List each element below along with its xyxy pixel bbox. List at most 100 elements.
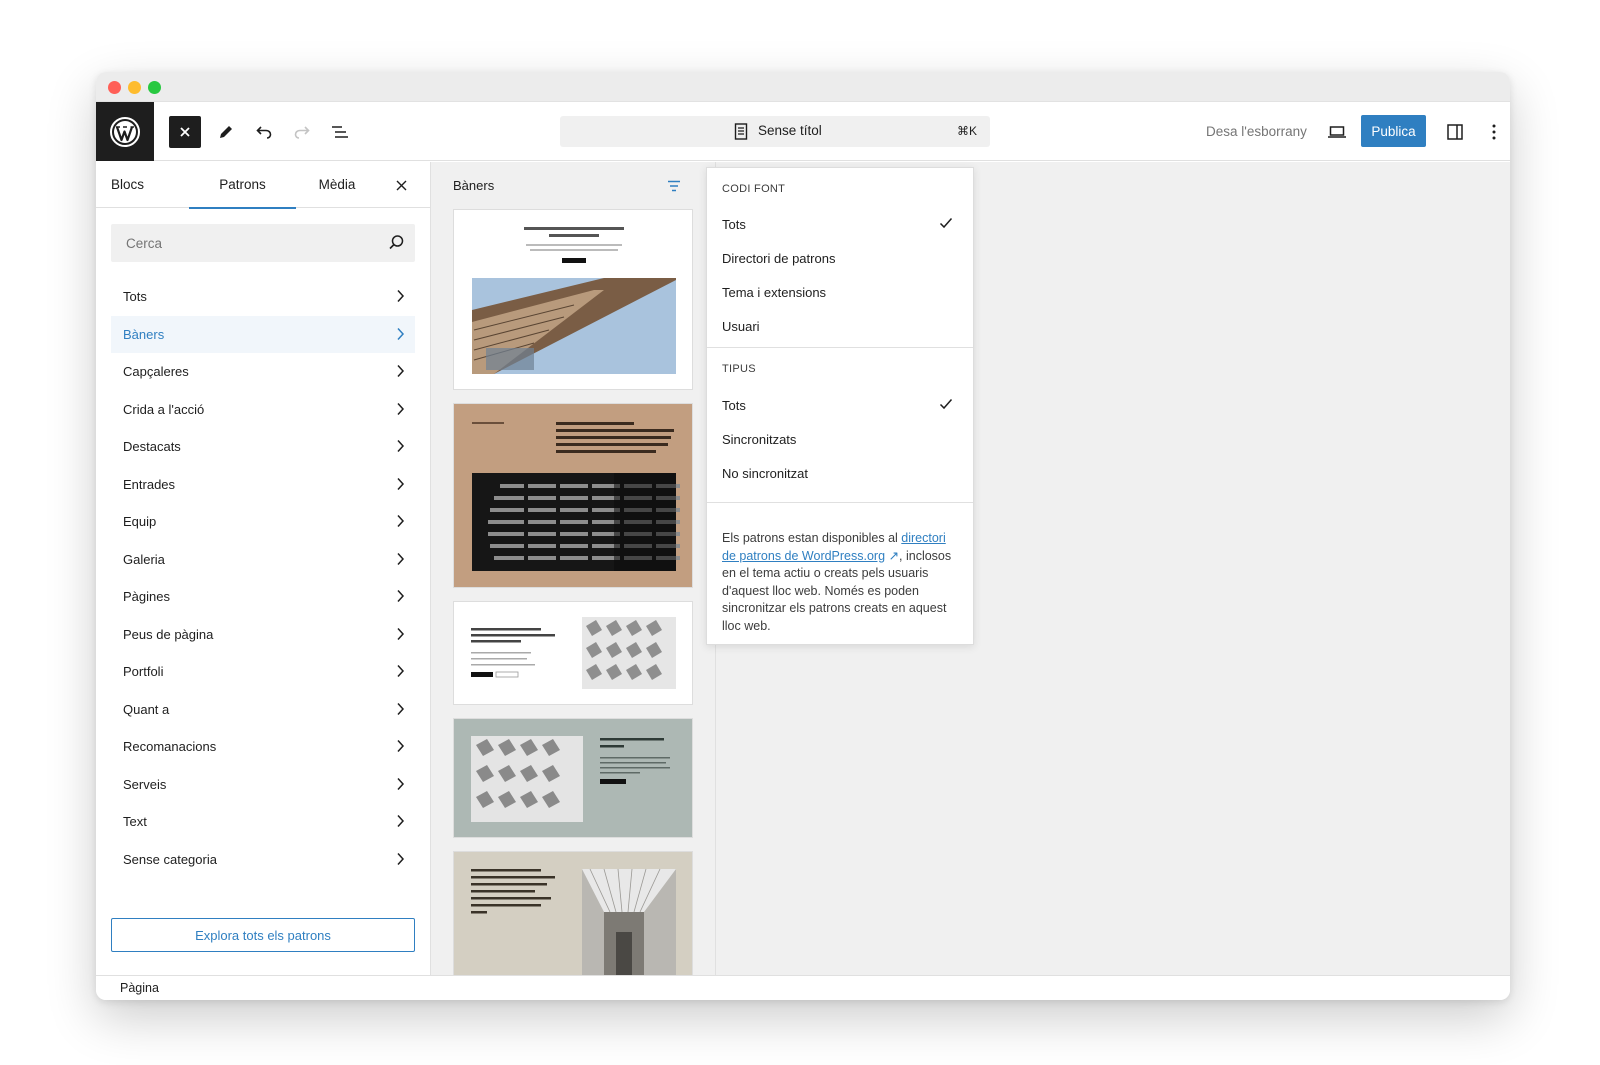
command-palette-bar[interactable]: Sense títol ⌘K xyxy=(560,116,990,147)
pattern-category-item[interactable]: Galeria xyxy=(111,541,415,578)
category-label: Peus de pàgina xyxy=(123,626,214,642)
redo-button[interactable] xyxy=(286,116,318,148)
pattern-preview-card[interactable] xyxy=(453,851,693,975)
external-link-icon[interactable]: ↗ xyxy=(889,549,899,563)
pattern-category-item[interactable]: Entrades xyxy=(111,466,415,503)
category-label: Crida a l'acció xyxy=(123,401,205,417)
pattern-category-item[interactable]: Crida a l'acció xyxy=(111,391,415,428)
tab-media[interactable]: Mèdia xyxy=(296,162,378,208)
window-titlebar xyxy=(96,72,1510,102)
pattern-category-item[interactable]: Equip xyxy=(111,503,415,540)
undo-button[interactable] xyxy=(248,116,280,148)
laptop-icon xyxy=(1328,126,1346,138)
tab-blocks[interactable]: Blocs xyxy=(96,162,186,208)
close-panel-button[interactable] xyxy=(392,176,410,194)
chevron-right-icon xyxy=(397,664,405,678)
pattern-search-input[interactable]: Cerca xyxy=(111,224,415,262)
divider xyxy=(707,347,973,348)
source-option-all[interactable]: Tots xyxy=(722,217,746,232)
inserter-tabs: Blocs Patrons Mèdia xyxy=(96,162,430,209)
source-option-directory[interactable]: Directori de patrons xyxy=(722,251,835,266)
category-label: Entrades xyxy=(123,476,176,492)
category-label: Galeria xyxy=(123,551,165,567)
pattern-preview-card[interactable] xyxy=(453,209,693,390)
chevron-right-icon xyxy=(397,852,405,865)
close-icon xyxy=(396,180,406,190)
category-label: Serveis xyxy=(123,776,167,792)
type-option-all[interactable]: Tots xyxy=(722,398,746,413)
category-label: Tots xyxy=(123,289,147,304)
chevron-right-icon xyxy=(397,589,405,603)
preview-button[interactable] xyxy=(1321,116,1353,148)
pattern-category-item[interactable]: Sense categoria xyxy=(111,841,415,878)
pattern-category-item[interactable]: Text xyxy=(111,803,415,840)
source-option-user[interactable]: Usuari xyxy=(722,319,760,334)
chevron-right-icon xyxy=(397,702,405,715)
category-label: Destacats xyxy=(123,439,181,454)
source-heading: CODI FONT xyxy=(722,183,786,195)
check-icon xyxy=(939,399,953,410)
options-menu-button[interactable] xyxy=(1478,116,1510,148)
pattern-thumbnail xyxy=(454,602,692,704)
pattern-category-item[interactable]: Quant a xyxy=(111,691,415,728)
patterns-preview-panel: Bàners xyxy=(431,162,716,975)
wordpress-logo-button[interactable] xyxy=(96,102,154,161)
category-label: Text xyxy=(123,814,147,829)
pattern-category-item[interactable]: Destacats xyxy=(111,428,415,465)
sidebar-icon xyxy=(1447,124,1463,140)
pattern-preview-card[interactable] xyxy=(453,601,693,705)
chevron-right-icon xyxy=(397,814,405,828)
category-label: Equip xyxy=(123,514,157,529)
category-label: Capçaleres xyxy=(123,364,189,379)
pattern-category-item[interactable]: Capçaleres xyxy=(111,353,415,390)
help-text-start: Els patrons estan disponibles al xyxy=(722,531,902,545)
browser-window: Sense títol ⌘K Desa l'esborrany Publica … xyxy=(96,72,1510,1000)
pattern-preview-card[interactable] xyxy=(453,403,693,588)
close-window-button[interactable] xyxy=(108,81,121,94)
filter-icon[interactable] xyxy=(666,178,682,194)
category-label: Quant a xyxy=(123,701,170,717)
tools-button[interactable] xyxy=(210,116,242,148)
chevron-right-icon xyxy=(397,777,405,790)
pencil-icon xyxy=(220,126,232,138)
tab-patterns[interactable]: Patrons xyxy=(189,162,296,209)
chevron-right-icon xyxy=(397,364,405,378)
pattern-category-item[interactable]: Serveis xyxy=(111,766,415,803)
pattern-category-item[interactable]: Recomanacions xyxy=(111,728,415,765)
settings-sidebar-button[interactable] xyxy=(1439,116,1471,148)
document-title: Sense títol xyxy=(758,123,822,138)
more-vertical-icon xyxy=(1492,124,1496,140)
chevron-right-icon xyxy=(397,439,405,453)
pattern-category-item[interactable]: Portfoli xyxy=(111,653,415,690)
undo-icon xyxy=(256,126,272,139)
pattern-filter-dropdown: CODI FONT Tots Directori de patrons Tema… xyxy=(706,167,974,645)
type-option-synced[interactable]: Sincronitzats xyxy=(722,432,796,447)
type-option-not-synced[interactable]: No sincronitzat xyxy=(722,466,808,481)
publish-button[interactable]: Publica xyxy=(1361,115,1426,147)
divider xyxy=(707,502,973,503)
editor-toolbar: Sense títol ⌘K Desa l'esborrany Publica xyxy=(96,102,1510,161)
filter-help-text: Els patrons estan disponibles al directo… xyxy=(722,530,962,635)
pattern-category-item[interactable]: Pàgines xyxy=(111,578,415,615)
category-label: Sense categoria xyxy=(123,851,217,867)
chevron-right-icon xyxy=(397,402,405,415)
chevron-right-icon xyxy=(397,327,405,340)
pattern-category-item[interactable]: Tots xyxy=(111,278,415,315)
breadcrumb-page[interactable]: Pàgina xyxy=(120,981,159,995)
chevron-right-icon xyxy=(397,552,405,565)
source-option-theme-plugins[interactable]: Tema i extensions xyxy=(722,285,826,300)
pattern-category-item[interactable]: Peus de pàgina xyxy=(111,616,415,653)
chevron-right-icon xyxy=(397,739,405,753)
pattern-preview-card[interactable] xyxy=(453,718,693,838)
close-inserter-button[interactable] xyxy=(169,116,201,148)
chevron-right-icon xyxy=(397,627,405,640)
close-icon xyxy=(180,127,190,137)
minimize-window-button[interactable] xyxy=(128,81,141,94)
save-draft-button[interactable]: Desa l'esborrany xyxy=(1206,124,1307,139)
category-label: Pàgines xyxy=(123,589,170,604)
pattern-category-item[interactable]: Bàners xyxy=(111,315,415,353)
document-overview-button[interactable] xyxy=(324,116,356,148)
category-label: Portfoli xyxy=(123,664,164,679)
explore-all-patterns-button[interactable]: Explora tots els patrons xyxy=(111,918,415,952)
maximize-window-button[interactable] xyxy=(148,81,161,94)
